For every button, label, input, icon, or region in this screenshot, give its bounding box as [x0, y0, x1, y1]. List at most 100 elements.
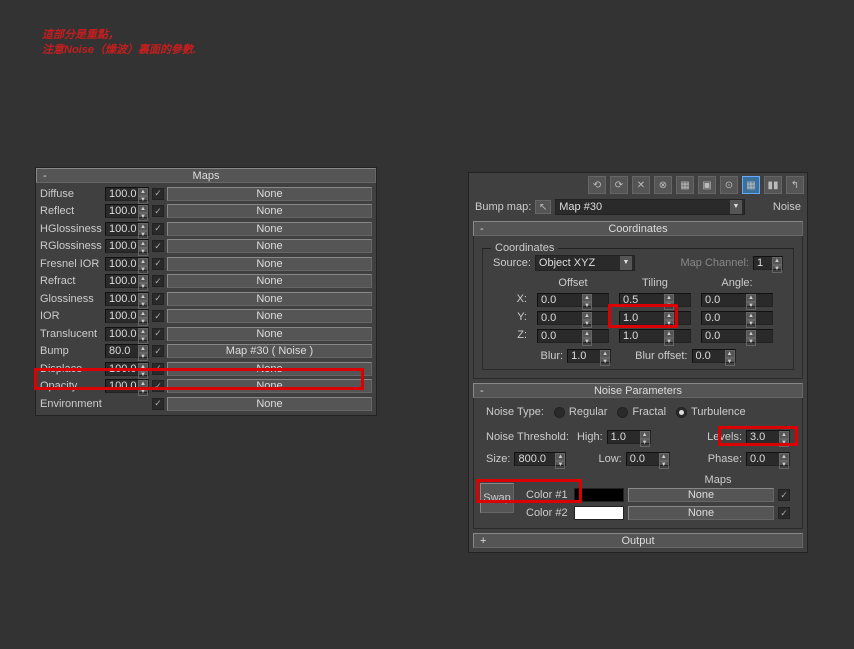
- offset-y-spinner[interactable]: 0.0▲▼: [537, 311, 609, 325]
- map-slot-button[interactable]: None: [167, 379, 372, 393]
- threshold-label: Noise Threshold:: [486, 431, 569, 443]
- tiling-x-spinner[interactable]: 0.5▲▼: [619, 293, 691, 307]
- angle-y-spinner[interactable]: 0.0▲▼: [701, 311, 773, 325]
- map-slot-button[interactable]: None: [167, 292, 372, 306]
- map-amount-spinner[interactable]: 100.0▲▼: [105, 274, 149, 288]
- tool-icon[interactable]: ▣: [698, 176, 716, 194]
- tiling-header: Tiling: [619, 277, 691, 289]
- map-amount-spinner[interactable]: 100.0▲▼: [105, 292, 149, 306]
- tiling-y-spinner[interactable]: 1.0▲▼: [619, 311, 691, 325]
- levels-label: Levels:: [707, 431, 742, 443]
- map-row: Displace 100.0▲▼ ✓ None: [40, 360, 372, 378]
- tool-icon[interactable]: ⟳: [610, 176, 628, 194]
- map-row: IOR 100.0▲▼ ✓ None: [40, 308, 372, 326]
- map-amount-spinner[interactable]: 100.0▲▼: [105, 379, 149, 393]
- offset-header: Offset: [537, 277, 609, 289]
- source-dropdown[interactable]: Object XYZ: [535, 255, 635, 271]
- angle-x-spinner[interactable]: 0.0▲▼: [701, 293, 773, 307]
- map-label: Fresnel IOR: [40, 258, 102, 270]
- color2-swatch[interactable]: [574, 506, 624, 520]
- map-amount-spinner[interactable]: 100.0▲▼: [105, 257, 149, 271]
- show-in-viewport-icon[interactable]: ▦: [742, 176, 760, 194]
- map-slot-button[interactable]: None: [167, 362, 372, 376]
- map-slot-button[interactable]: None: [167, 257, 372, 271]
- map-enable-checkbox[interactable]: ✓: [152, 293, 164, 305]
- map-name-dropdown[interactable]: Map #30: [555, 199, 745, 215]
- tool-icon[interactable]: ⟲: [588, 176, 606, 194]
- map-slot-button[interactable]: None: [167, 309, 372, 323]
- map-slot-button[interactable]: None: [167, 327, 372, 341]
- output-rollout-header[interactable]: + Output: [473, 533, 803, 548]
- color1-label: Color #1: [526, 489, 570, 501]
- color1-checkbox[interactable]: ✓: [778, 489, 790, 501]
- map-label: Bump: [40, 345, 102, 357]
- offset-x-spinner[interactable]: 0.0▲▼: [537, 293, 609, 307]
- go-to-parent-icon[interactable]: ↰: [786, 176, 804, 194]
- map-amount-spinner[interactable]: 100.0▲▼: [105, 327, 149, 341]
- map-slot-button[interactable]: None: [167, 239, 372, 253]
- color2-map-button[interactable]: None: [628, 506, 774, 520]
- color2-checkbox[interactable]: ✓: [778, 507, 790, 519]
- map-slot-button[interactable]: None: [167, 204, 372, 218]
- map-enable-checkbox[interactable]: ✓: [152, 188, 164, 200]
- tool-icon[interactable]: ⊙: [720, 176, 738, 194]
- offset-z-spinner[interactable]: 0.0▲▼: [537, 329, 609, 343]
- noise-params-rollout-header[interactable]: - Noise Parameters: [473, 383, 803, 398]
- angle-z-spinner[interactable]: 0.0▲▼: [701, 329, 773, 343]
- blur-offset-spinner[interactable]: 0.0▲▼: [692, 349, 736, 363]
- tool-icon[interactable]: ✕: [632, 176, 650, 194]
- pick-icon[interactable]: ↖: [535, 200, 551, 214]
- map-slot-button[interactable]: None: [167, 187, 372, 201]
- map-enable-checkbox[interactable]: ✓: [152, 240, 164, 252]
- map-amount-spinner[interactable]: 100.0▲▼: [105, 239, 149, 253]
- map-channel-spinner[interactable]: 1▲▼: [753, 256, 783, 270]
- size-spinner[interactable]: 800.0▲▼: [514, 452, 566, 466]
- map-slot-button[interactable]: None: [167, 397, 372, 411]
- high-spinner[interactable]: 1.0▲▼: [607, 430, 651, 444]
- map-row: RGlossiness 100.0▲▼ ✓ None: [40, 238, 372, 256]
- maps-rollout-header[interactable]: - Maps: [36, 168, 376, 183]
- tool-icon[interactable]: ▮▮: [764, 176, 782, 194]
- map-amount-spinner[interactable]: 100.0▲▼: [105, 204, 149, 218]
- annotation-text: 這部分是重點， 注意Noise（燥波）裏面的參數.: [42, 28, 196, 59]
- tool-icon[interactable]: ▦: [676, 176, 694, 194]
- tiling-z-spinner[interactable]: 1.0▲▼: [619, 329, 691, 343]
- low-spinner[interactable]: 0.0▲▼: [626, 452, 670, 466]
- coordinates-rollout-header[interactable]: - Coordinates: [473, 221, 803, 236]
- output-title: Output: [621, 535, 654, 547]
- map-enable-checkbox[interactable]: ✓: [152, 363, 164, 375]
- radio-fractal[interactable]: Fractal: [617, 406, 666, 418]
- map-enable-checkbox[interactable]: ✓: [152, 328, 164, 340]
- map-label: Diffuse: [40, 188, 102, 200]
- map-slot-button[interactable]: Map #30 ( Noise ): [167, 344, 372, 358]
- map-enable-checkbox[interactable]: ✓: [152, 205, 164, 217]
- map-enable-checkbox[interactable]: ✓: [152, 275, 164, 287]
- map-amount-spinner[interactable]: 80.0▲▼: [105, 344, 149, 358]
- map-amount-spinner[interactable]: 100.0▲▼: [105, 309, 149, 323]
- map-enable-checkbox[interactable]: ✓: [152, 398, 164, 410]
- levels-spinner[interactable]: 3.0▲▼: [746, 430, 790, 444]
- map-label: IOR: [40, 310, 102, 322]
- radio-turbulence[interactable]: Turbulence: [676, 406, 746, 418]
- map-enable-checkbox[interactable]: ✓: [152, 310, 164, 322]
- map-amount-spinner[interactable]: 100.0▲▼: [105, 362, 149, 376]
- blur-spinner[interactable]: 1.0▲▼: [567, 349, 611, 363]
- tool-icon[interactable]: ⊗: [654, 176, 672, 194]
- color1-map-button[interactable]: None: [628, 488, 774, 502]
- map-enable-checkbox[interactable]: ✓: [152, 345, 164, 357]
- color1-swatch[interactable]: [574, 488, 624, 502]
- map-row: Bump 80.0▲▼ ✓ Map #30 ( Noise ): [40, 343, 372, 361]
- map-label: HGlossiness: [40, 223, 102, 235]
- map-slot-button[interactable]: None: [167, 222, 372, 236]
- map-slot-button[interactable]: None: [167, 274, 372, 288]
- map-amount-spinner[interactable]: 100.0▲▼: [105, 222, 149, 236]
- map-enable-checkbox[interactable]: ✓: [152, 380, 164, 392]
- map-enable-checkbox[interactable]: ✓: [152, 258, 164, 270]
- radio-regular[interactable]: Regular: [554, 406, 608, 418]
- map-amount-spinner[interactable]: 100.0▲▼: [105, 187, 149, 201]
- phase-spinner[interactable]: 0.0▲▼: [746, 452, 790, 466]
- collapse-icon: -: [43, 169, 47, 184]
- swap-button[interactable]: Swap: [480, 483, 514, 513]
- map-enable-checkbox[interactable]: ✓: [152, 223, 164, 235]
- axis-label: X:: [503, 293, 527, 307]
